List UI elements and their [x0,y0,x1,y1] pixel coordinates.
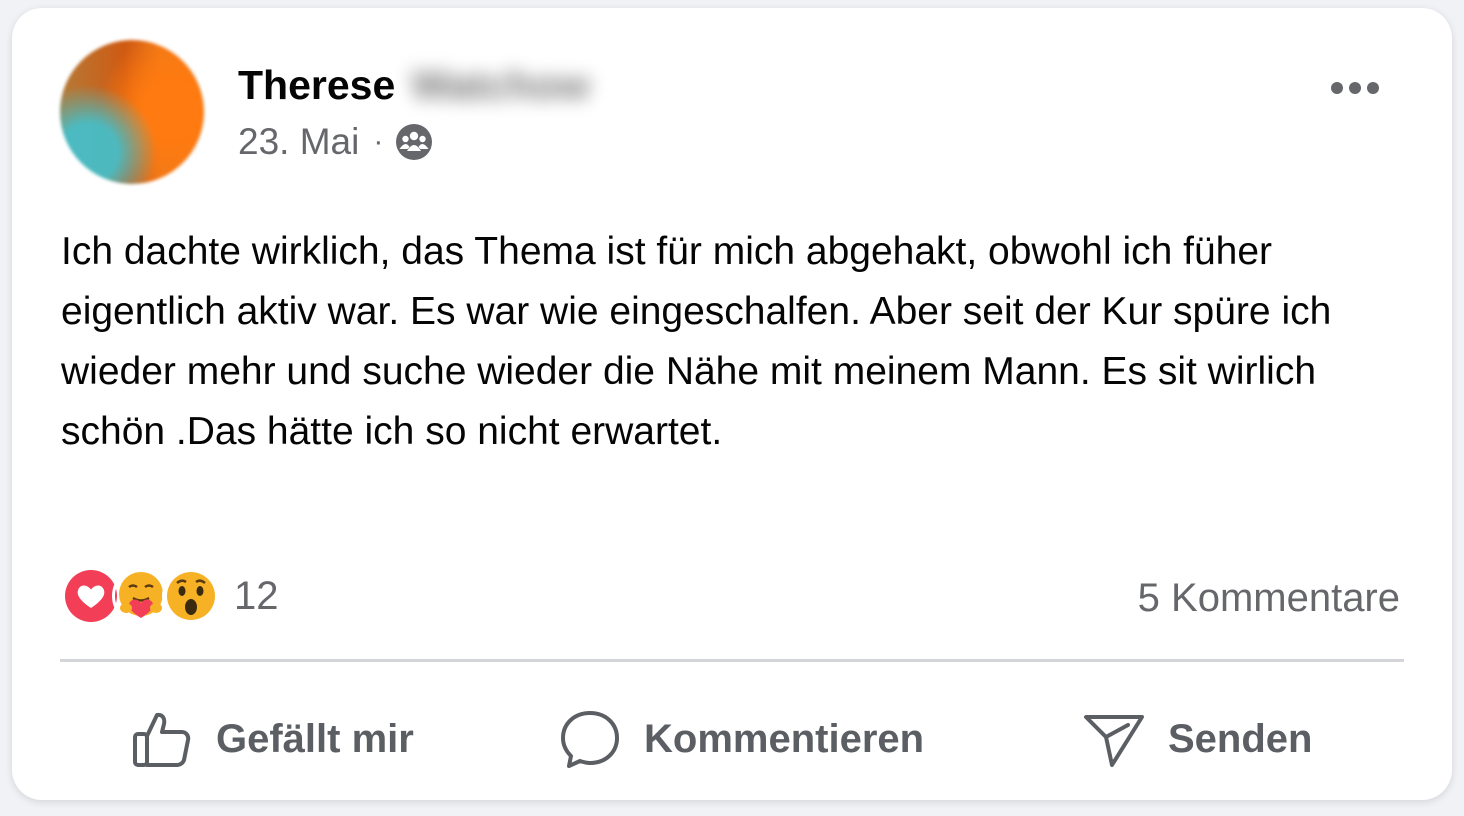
comment-label: Kommentieren [644,716,925,761]
divider [60,659,1404,662]
author-name[interactable]: Therese [238,62,395,109]
comment-bubble-icon [561,711,619,768]
group-icon [395,123,433,161]
post-card: Therese Watchow 23. Mai · Ich dachte wir… [12,8,1452,800]
send-button[interactable]: Senden [1082,704,1312,774]
comments-count[interactable]: 5 Kommentare [1138,576,1400,621]
like-label: Gefällt mir [216,716,414,761]
author-last-name-blurred: Watchow [411,61,590,108]
meta-separator: · [373,125,384,158]
post-text: Ich dachte wirklich, das Thema ist für m… [61,230,1332,453]
post-date[interactable]: 23. Mai [238,121,359,163]
wow-reaction-icon [162,567,220,625]
post-meta: 23. Mai · [238,120,433,164]
send-label: Senden [1168,716,1313,761]
more-horizontal-icon [1331,82,1379,94]
reaction-count: 12 [234,573,279,618]
more-options-button[interactable] [1320,68,1390,108]
thumbs-up-icon [133,712,191,767]
comment-button[interactable]: Kommentieren [558,704,924,774]
author-row: Therese Watchow [238,60,590,110]
author-avatar[interactable] [60,40,204,184]
reaction-summary[interactable]: 12 [62,566,279,626]
like-button[interactable]: Gefällt mir [130,704,414,774]
send-icon [1084,715,1144,767]
